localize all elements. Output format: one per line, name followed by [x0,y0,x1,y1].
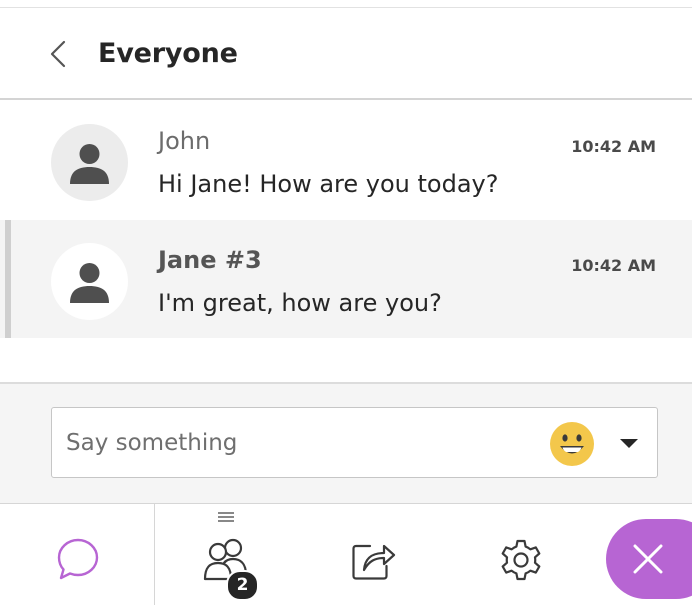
bottom-nav: 2 [0,503,692,605]
message-composer [0,384,692,503]
chevron-left-icon [50,40,66,68]
caret-down-icon [620,439,638,448]
message-text: I'm great, how are you? [158,289,442,317]
chat-message: John Hi Jane! How are you today? 10:42 A… [0,101,692,219]
share-icon [352,544,396,580]
close-panel-button[interactable] [606,519,692,599]
attendees-tab[interactable]: 2 [155,504,300,605]
close-icon [633,544,663,574]
attendee-count-badge: 2 [226,570,259,601]
message-sender: Jane #3 [158,246,262,274]
message-text: Hi Jane! How are you today? [158,170,499,198]
user-icon [70,144,109,184]
user-icon [70,263,109,303]
share-content-tab[interactable] [310,504,440,605]
avatar [51,124,128,201]
smiley-face-icon [550,422,594,466]
message-time: 10:42 AM [571,137,656,156]
message-time: 10:42 AM [571,256,656,275]
settings-tab[interactable] [450,504,590,605]
page-title: Everyone [98,38,238,69]
chat-bubble-icon [57,538,99,580]
chat-message: Jane #3 I'm great, how are you? 10:42 AM [0,220,692,338]
message-input[interactable] [66,418,526,468]
emoji-button[interactable] [549,421,595,467]
avatar [51,243,128,320]
message-input-box [51,407,658,478]
gear-icon [501,539,541,581]
message-sender: John [158,127,211,155]
back-button[interactable] [40,36,76,72]
chat-tab[interactable] [0,504,154,605]
chat-panel: Everyone John Hi Jane! How are you today… [0,0,692,605]
emoji-dropdown-button[interactable] [614,428,644,458]
chat-header: Everyone [0,8,692,100]
drag-handle-icon[interactable] [217,511,235,523]
